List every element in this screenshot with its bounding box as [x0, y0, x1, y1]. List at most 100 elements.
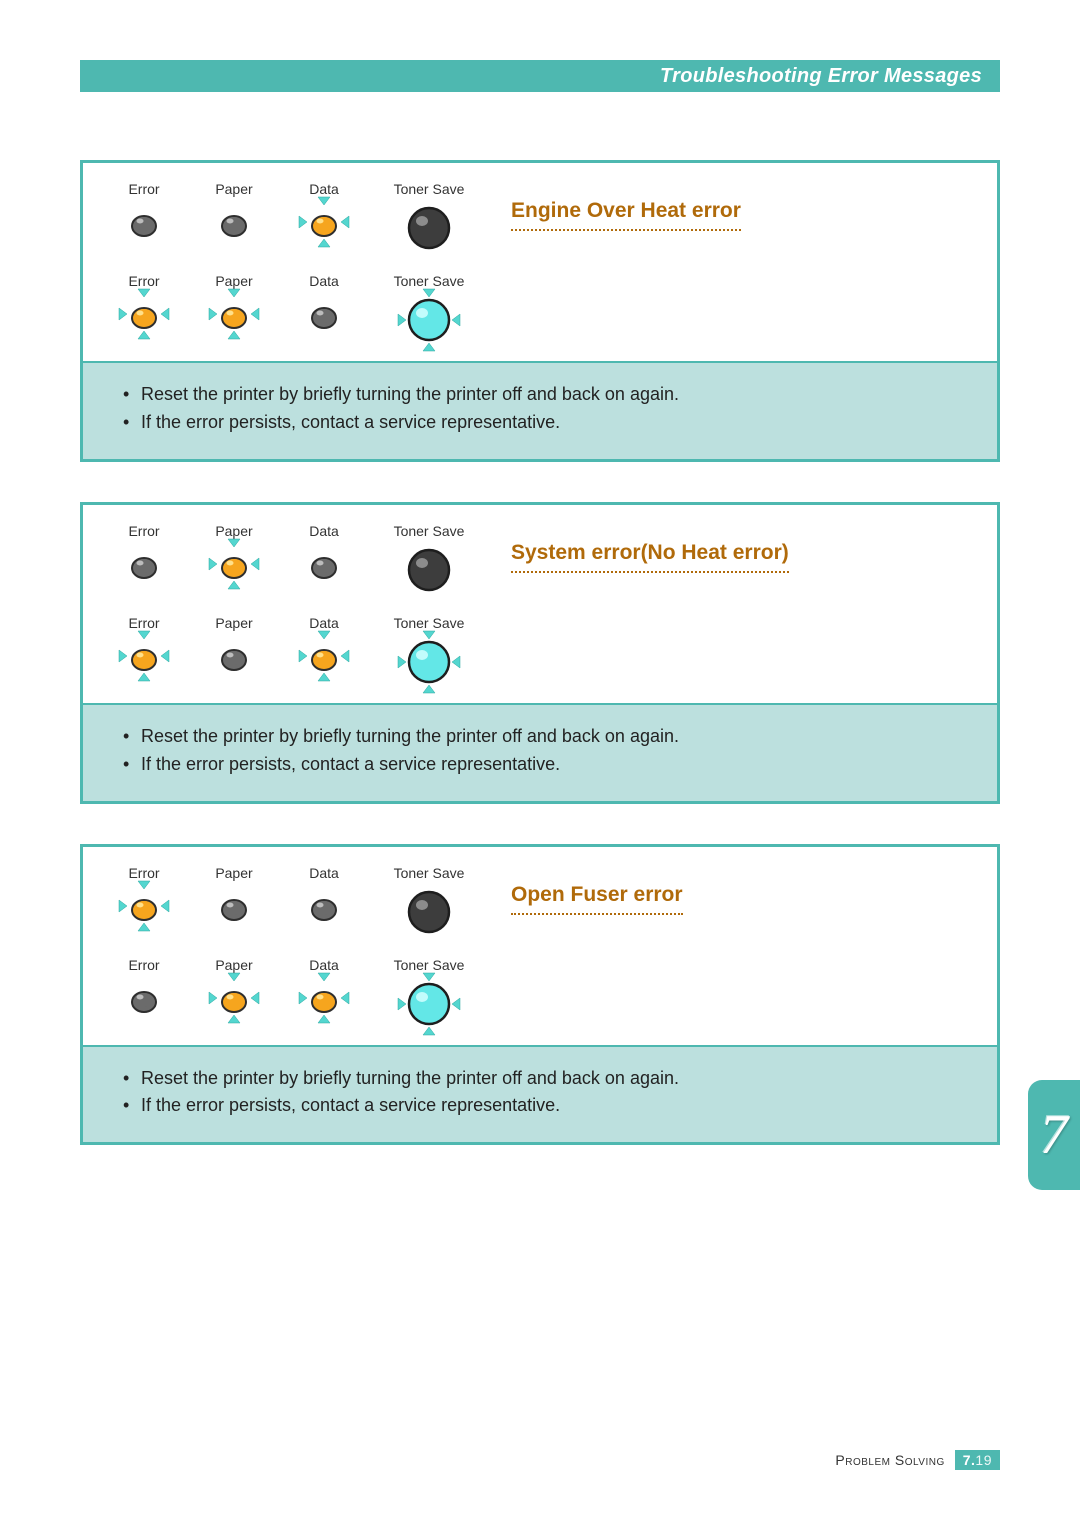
led-rows: Error Paper Data	[111, 865, 979, 1031]
footer-section: Problem Solving	[835, 1452, 944, 1468]
error-panel: Error Paper Data	[80, 844, 1000, 1146]
led-label: Toner Save	[394, 615, 465, 631]
led-label: Data	[309, 865, 339, 881]
led-row: Error Paper Data	[111, 523, 979, 597]
led-row: Error Paper	[111, 273, 979, 347]
led-label: Toner Save	[394, 181, 465, 197]
led-rows: Error Paper Data	[111, 523, 979, 689]
led-column: Error	[111, 865, 177, 927]
led-column: Error	[111, 181, 177, 243]
led-column: Error	[111, 523, 177, 585]
led-column: Error	[111, 615, 177, 677]
toner-save-led	[402, 293, 456, 347]
status-led	[303, 201, 345, 243]
led-column: Data	[291, 615, 357, 677]
status-led	[123, 885, 165, 927]
instruction-step: Reset the printer by briefly turning the…	[123, 381, 975, 409]
status-led	[213, 201, 255, 243]
status-led	[303, 635, 345, 677]
page-header: Troubleshooting Error Messages	[108, 60, 1000, 92]
led-label: Data	[309, 523, 339, 539]
instruction-step: Reset the printer by briefly turning the…	[123, 1065, 975, 1093]
panel-led-area: Error Paper Data	[83, 163, 997, 361]
led-column: Toner Save	[381, 615, 477, 689]
led-column: Error	[111, 957, 177, 1019]
led-column: Paper	[201, 615, 267, 677]
led-column: Paper	[201, 273, 267, 335]
error-title: System error(No Heat error)	[511, 541, 789, 573]
led-column: Paper	[201, 181, 267, 243]
led-column: Toner Save	[381, 523, 477, 597]
led-row: Error Paper Data	[111, 865, 979, 939]
led-column: Paper	[201, 865, 267, 927]
chapter-tab: 7	[1028, 1080, 1080, 1190]
error-panel: Error Paper Data	[80, 160, 1000, 462]
led-row: Error Paper Data	[111, 181, 979, 255]
error-panel: Error Paper Data	[80, 502, 1000, 804]
chapter-number: 7	[1040, 1103, 1068, 1167]
led-row: Error Paper Data	[111, 957, 979, 1031]
led-label: Paper	[215, 957, 252, 973]
led-column: Paper	[201, 523, 267, 585]
status-led	[123, 635, 165, 677]
toner-save-led	[402, 977, 456, 1031]
led-column: Data	[291, 523, 357, 585]
led-label: Toner Save	[394, 865, 465, 881]
led-label: Error	[128, 273, 159, 289]
instruction-list: Reset the printer by briefly turning the…	[123, 1065, 975, 1121]
status-led	[123, 201, 165, 243]
led-column: Toner Save	[381, 865, 477, 939]
instruction-step: If the error persists, contact a service…	[123, 409, 975, 437]
led-label: Toner Save	[394, 957, 465, 973]
status-led	[303, 885, 345, 927]
error-title-wrap: System error(No Heat error)	[501, 523, 979, 573]
footer-page-badge: 7.19	[955, 1450, 1000, 1470]
error-title: Engine Over Heat error	[511, 199, 741, 231]
led-row: Error Paper Data	[111, 615, 979, 689]
toner-save-led	[402, 635, 456, 689]
header-accent	[80, 60, 108, 92]
led-label: Paper	[215, 273, 252, 289]
led-label: Paper	[215, 181, 252, 197]
panel-led-area: Error Paper Data	[83, 505, 997, 703]
led-label: Error	[128, 615, 159, 631]
content-area: Error Paper Data	[80, 160, 1000, 1185]
panel-instructions: Reset the printer by briefly turning the…	[83, 703, 997, 801]
panel-instructions: Reset the printer by briefly turning the…	[83, 361, 997, 459]
led-label: Error	[128, 523, 159, 539]
error-title-wrap: Engine Over Heat error	[501, 181, 979, 231]
led-label: Toner Save	[394, 523, 465, 539]
led-label: Data	[309, 957, 339, 973]
error-title: Open Fuser error	[511, 883, 683, 915]
led-label: Error	[128, 181, 159, 197]
led-label: Paper	[215, 523, 252, 539]
status-led	[123, 977, 165, 1019]
panel-instructions: Reset the printer by briefly turning the…	[83, 1045, 997, 1143]
status-led	[303, 977, 345, 1019]
led-label: Error	[128, 865, 159, 881]
panel-led-area: Error Paper Data	[83, 847, 997, 1045]
status-led	[213, 293, 255, 335]
instruction-step: Reset the printer by briefly turning the…	[123, 723, 975, 751]
led-label: Data	[309, 181, 339, 197]
page-title: Troubleshooting Error Messages	[660, 65, 982, 88]
led-rows: Error Paper Data	[111, 181, 979, 347]
led-label: Data	[309, 615, 339, 631]
footer-chapter: 7	[963, 1452, 971, 1468]
led-column: Toner Save	[381, 273, 477, 347]
manual-page: Troubleshooting Error Messages Error Pap…	[0, 0, 1080, 1526]
instruction-list: Reset the printer by briefly turning the…	[123, 723, 975, 779]
led-column: Error	[111, 273, 177, 335]
error-title-wrap: Open Fuser error	[501, 865, 979, 915]
instruction-step: If the error persists, contact a service…	[123, 1092, 975, 1120]
led-label: Error	[128, 957, 159, 973]
status-led	[123, 293, 165, 335]
led-label: Paper	[215, 615, 252, 631]
footer-page: 19	[975, 1452, 992, 1468]
status-led	[213, 977, 255, 1019]
status-led	[213, 635, 255, 677]
led-column: Paper	[201, 957, 267, 1019]
status-led	[213, 885, 255, 927]
led-label: Data	[309, 273, 339, 289]
led-column: Data	[291, 181, 357, 243]
